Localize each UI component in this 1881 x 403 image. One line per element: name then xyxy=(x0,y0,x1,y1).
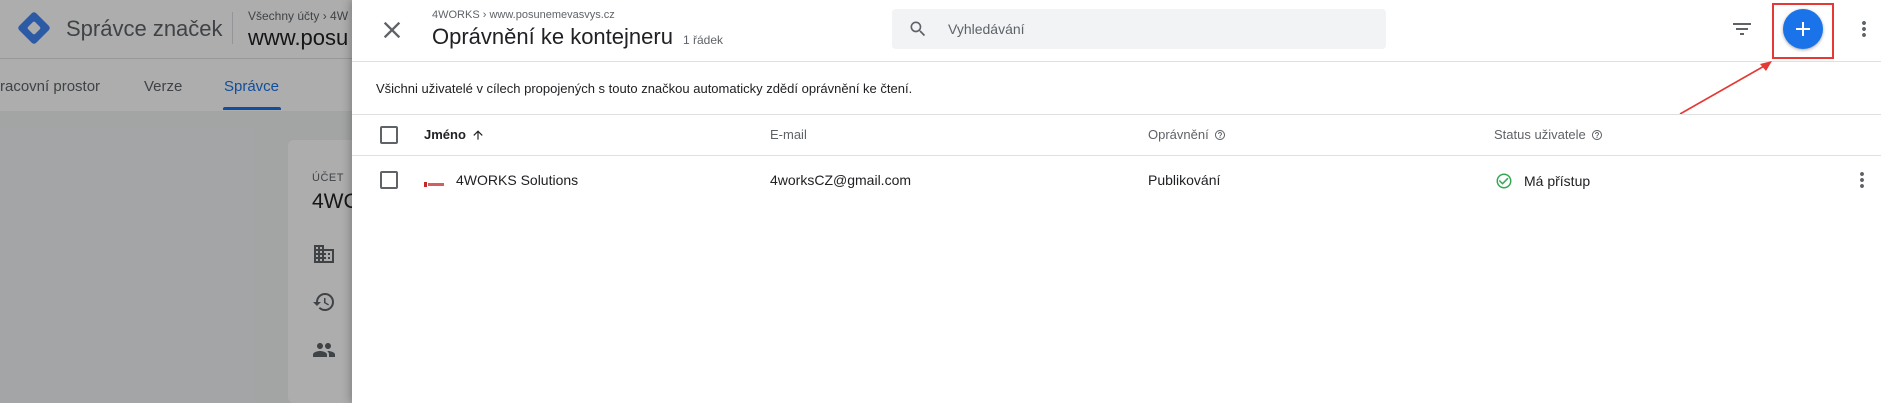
user-name: 4WORKS Solutions xyxy=(456,172,579,188)
close-icon[interactable] xyxy=(378,16,406,44)
search-input[interactable] xyxy=(948,9,1368,49)
more-vert-icon[interactable] xyxy=(1852,17,1876,41)
table-header: Jméno E-mail Oprávnění Status uživatele xyxy=(352,115,1881,156)
company-logo-icon xyxy=(424,176,446,187)
cell-name[interactable]: 4WORKS Solutions xyxy=(424,172,578,188)
help-icon[interactable] xyxy=(1214,129,1226,141)
row-checkbox[interactable] xyxy=(380,171,398,189)
panel-breadcrumb: 4WORKS › www.posunemevasvys.cz xyxy=(432,9,615,21)
search-icon xyxy=(910,21,926,37)
row-more-vert-icon[interactable] xyxy=(1850,168,1874,192)
cell-permission: Publikování xyxy=(1148,172,1221,188)
sort-ascending-icon[interactable] xyxy=(471,128,485,142)
status-label: Má přístup xyxy=(1524,173,1591,189)
column-email-label: E-mail xyxy=(770,127,807,142)
help-icon[interactable] xyxy=(1591,129,1603,141)
search-box[interactable] xyxy=(892,9,1386,49)
check-circle-icon xyxy=(1496,173,1512,189)
column-header-status[interactable]: Status uživatele xyxy=(1494,127,1603,142)
row-count: 1 řádek xyxy=(683,33,724,47)
filter-icon[interactable] xyxy=(1730,17,1754,41)
cell-status: Má přístup xyxy=(1495,172,1590,190)
column-name-label: Jméno xyxy=(424,127,466,142)
cell-email: 4worksCZ@gmail.com xyxy=(770,172,912,188)
panel-header: 4WORKS › www.posunemevasvys.cz Oprávnění… xyxy=(352,0,1881,62)
column-header-permission[interactable]: Oprávnění xyxy=(1148,127,1226,142)
column-header-name[interactable]: Jméno xyxy=(424,127,485,142)
inheritance-info: Všichni uživatelé v cílech propojených s… xyxy=(376,81,913,96)
select-all-checkbox[interactable] xyxy=(380,126,398,144)
annotation-arrow xyxy=(1679,61,1772,115)
table-row[interactable]: 4WORKS Solutions 4worksCZ@gmail.com Publ… xyxy=(352,156,1881,204)
add-icon xyxy=(1796,22,1810,36)
panel-title: Oprávnění ke kontejneru xyxy=(432,24,673,49)
container-permissions-panel: 4WORKS › www.posunemevasvys.cz Oprávnění… xyxy=(352,0,1881,403)
column-status-label: Status uživatele xyxy=(1494,127,1586,142)
add-user-button[interactable] xyxy=(1783,9,1823,49)
column-permission-label: Oprávnění xyxy=(1148,127,1209,142)
column-header-email[interactable]: E-mail xyxy=(770,127,807,142)
